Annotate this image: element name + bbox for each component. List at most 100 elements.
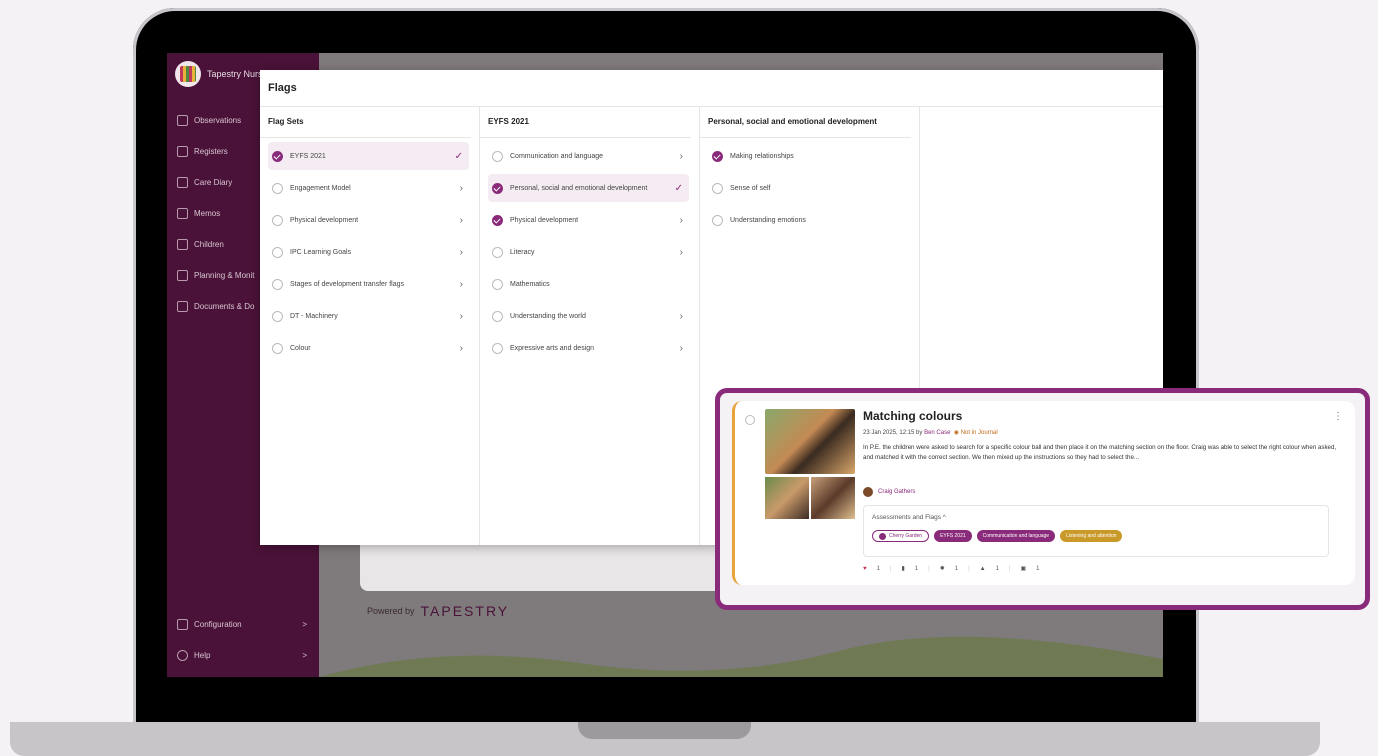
checkmark-icon: ✓ xyxy=(674,182,683,194)
flag-item[interactable]: Understanding the world › xyxy=(488,302,689,330)
chip-eyfs[interactable]: EYFS 2021 xyxy=(934,530,972,542)
flag-item[interactable]: Engagement Model › xyxy=(268,174,469,202)
radio-circle-icon[interactable] xyxy=(272,310,283,322)
observation-highlight: Matching colours ⋮ 23 Jan 2025, 12:15 by… xyxy=(715,388,1370,610)
observation-meta: 23 Jan 2025, 12:15 by Ben Case ◉ Not in … xyxy=(863,429,998,436)
select-radio[interactable] xyxy=(745,415,755,425)
brand[interactable]: Tapestry Nurs xyxy=(175,61,263,87)
flag-chips: Cherry Garden EYFS 2021 Communication an… xyxy=(872,530,1123,542)
chevron-right-icon[interactable]: › xyxy=(460,183,463,194)
child-tag[interactable]: Craig Gathers xyxy=(863,487,915,497)
flag-label: EYFS 2021 xyxy=(290,152,326,160)
chevron-right-icon[interactable]: › xyxy=(460,215,463,226)
flag-item[interactable]: Communication and language › xyxy=(488,142,689,170)
radio-circle-icon[interactable] xyxy=(272,182,283,194)
checkmark-icon: ✓ xyxy=(454,150,463,162)
radio-circle-icon[interactable] xyxy=(492,150,503,162)
calendar-icon xyxy=(177,146,188,157)
assessments-heading[interactable]: Assessments and Flags ^ xyxy=(872,514,946,521)
chevron-right-icon[interactable]: › xyxy=(680,151,683,162)
media-icon[interactable]: ▣ xyxy=(1020,565,1026,572)
modal-title: Flags xyxy=(260,70,1163,107)
observation-photo[interactable] xyxy=(811,477,855,519)
sidebar-item-label: Configuration xyxy=(194,620,242,629)
likes-count: 1 xyxy=(876,565,880,572)
radio-circle-icon[interactable] xyxy=(492,246,503,258)
chevron-right-icon[interactable]: › xyxy=(680,247,683,258)
powered-by-label: Powered by xyxy=(367,606,415,616)
flag-label: IPC Learning Goals xyxy=(290,248,352,256)
chevron-right-icon[interactable]: › xyxy=(680,311,683,322)
flag-item[interactable]: Colour › xyxy=(268,334,469,362)
radio-circle-icon[interactable] xyxy=(712,182,723,194)
flag-column: Flag Sets EYFS 2021 ✓ Engagement Model › Phys… xyxy=(260,107,480,545)
sidebar-item-label: Documents & Do xyxy=(194,302,255,311)
separator: | xyxy=(1008,565,1011,572)
flag-label: Colour xyxy=(290,344,311,352)
flag-item[interactable]: Sense of self xyxy=(708,174,909,202)
sidebar-item-label: Help xyxy=(194,651,211,660)
settings-icon xyxy=(177,619,188,630)
radio-circle-icon[interactable] xyxy=(492,278,503,290)
chevron-right-icon[interactable]: › xyxy=(460,343,463,354)
chevron-right-icon[interactable]: › xyxy=(460,311,463,322)
flag-label: Understanding the world xyxy=(510,312,586,320)
chevron-right-icon[interactable]: › xyxy=(460,279,463,290)
journal-status: Not in Journal xyxy=(960,430,998,436)
chip-cherry-garden[interactable]: Cherry Garden xyxy=(872,530,930,542)
check-circle-icon[interactable] xyxy=(492,182,503,194)
flag-item[interactable]: IPC Learning Goals › xyxy=(268,238,469,266)
radio-circle-icon[interactable] xyxy=(492,310,503,322)
flag-item[interactable]: Physical development › xyxy=(268,206,469,234)
flag-item[interactable]: Literacy › xyxy=(488,238,689,266)
check-circle-icon[interactable] xyxy=(272,150,283,162)
flag-item[interactable]: Mathematics xyxy=(488,270,689,298)
chip-listening[interactable]: Listening and attention xyxy=(1060,530,1123,542)
observation-title[interactable]: Matching colours xyxy=(863,409,962,423)
flag-label: Understanding emotions xyxy=(730,216,806,224)
check-circle-icon[interactable] xyxy=(492,214,503,226)
reply-icon[interactable]: ✹ xyxy=(940,565,945,572)
radio-circle-icon[interactable] xyxy=(272,214,283,226)
flag-item[interactable]: Physical development › xyxy=(488,206,689,234)
replies-count: 1 xyxy=(954,565,959,572)
chip-label: Cherry Garden xyxy=(889,533,923,539)
laptop-notch xyxy=(578,722,751,739)
flag-item[interactable]: Expressive arts and design › xyxy=(488,334,689,362)
chevron-right-icon[interactable]: › xyxy=(680,215,683,226)
column-heading: EYFS 2021 xyxy=(480,107,691,138)
flag-item[interactable]: DT - Machinery › xyxy=(268,302,469,330)
radio-circle-icon[interactable] xyxy=(272,278,283,290)
radio-circle-icon[interactable] xyxy=(272,246,283,258)
observation-photo[interactable] xyxy=(765,409,855,474)
sidebar-item-label: Memos xyxy=(194,209,221,218)
sidebar-item-help[interactable]: Help > xyxy=(167,640,319,671)
chevron-right-icon[interactable]: › xyxy=(680,343,683,354)
sidebar-bottom: Configuration > Help > xyxy=(167,609,319,671)
separator: | xyxy=(968,565,970,572)
eye-off-icon: ◉ xyxy=(953,430,960,436)
flag-item[interactable]: Personal, social and emotional developme… xyxy=(488,174,689,202)
group-icon[interactable]: ▲ xyxy=(980,566,986,572)
heart-icon[interactable]: ♥ xyxy=(863,566,867,572)
more-options-icon[interactable]: ⋮ xyxy=(1333,411,1343,422)
comment-icon[interactable]: ▮ xyxy=(901,565,904,572)
observation-photo[interactable] xyxy=(765,477,809,519)
sidebar-item-configuration[interactable]: Configuration > xyxy=(167,609,319,640)
chip-communication[interactable]: Communication and language xyxy=(976,530,1056,542)
chevron-right-icon[interactable]: › xyxy=(460,247,463,258)
folder-icon xyxy=(177,301,188,312)
flag-item[interactable]: Stages of development transfer flags › xyxy=(268,270,469,298)
comments-count: 1 xyxy=(914,565,919,572)
flag-item[interactable]: Understanding emotions xyxy=(708,206,909,234)
radio-circle-icon[interactable] xyxy=(272,342,283,354)
tapestry-wordmark: TAPESTRY xyxy=(420,603,510,619)
flag-item[interactable]: Making relationships xyxy=(708,142,909,170)
radio-circle-icon[interactable] xyxy=(712,214,723,226)
author-link[interactable]: Ben Case xyxy=(924,430,950,436)
observation-card[interactable]: Matching colours ⋮ 23 Jan 2025, 12:15 by… xyxy=(732,401,1355,585)
check-circle-icon[interactable] xyxy=(712,150,723,162)
flag-label: Expressive arts and design xyxy=(510,344,595,352)
radio-circle-icon[interactable] xyxy=(492,342,503,354)
flag-item[interactable]: EYFS 2021 ✓ xyxy=(268,142,469,170)
